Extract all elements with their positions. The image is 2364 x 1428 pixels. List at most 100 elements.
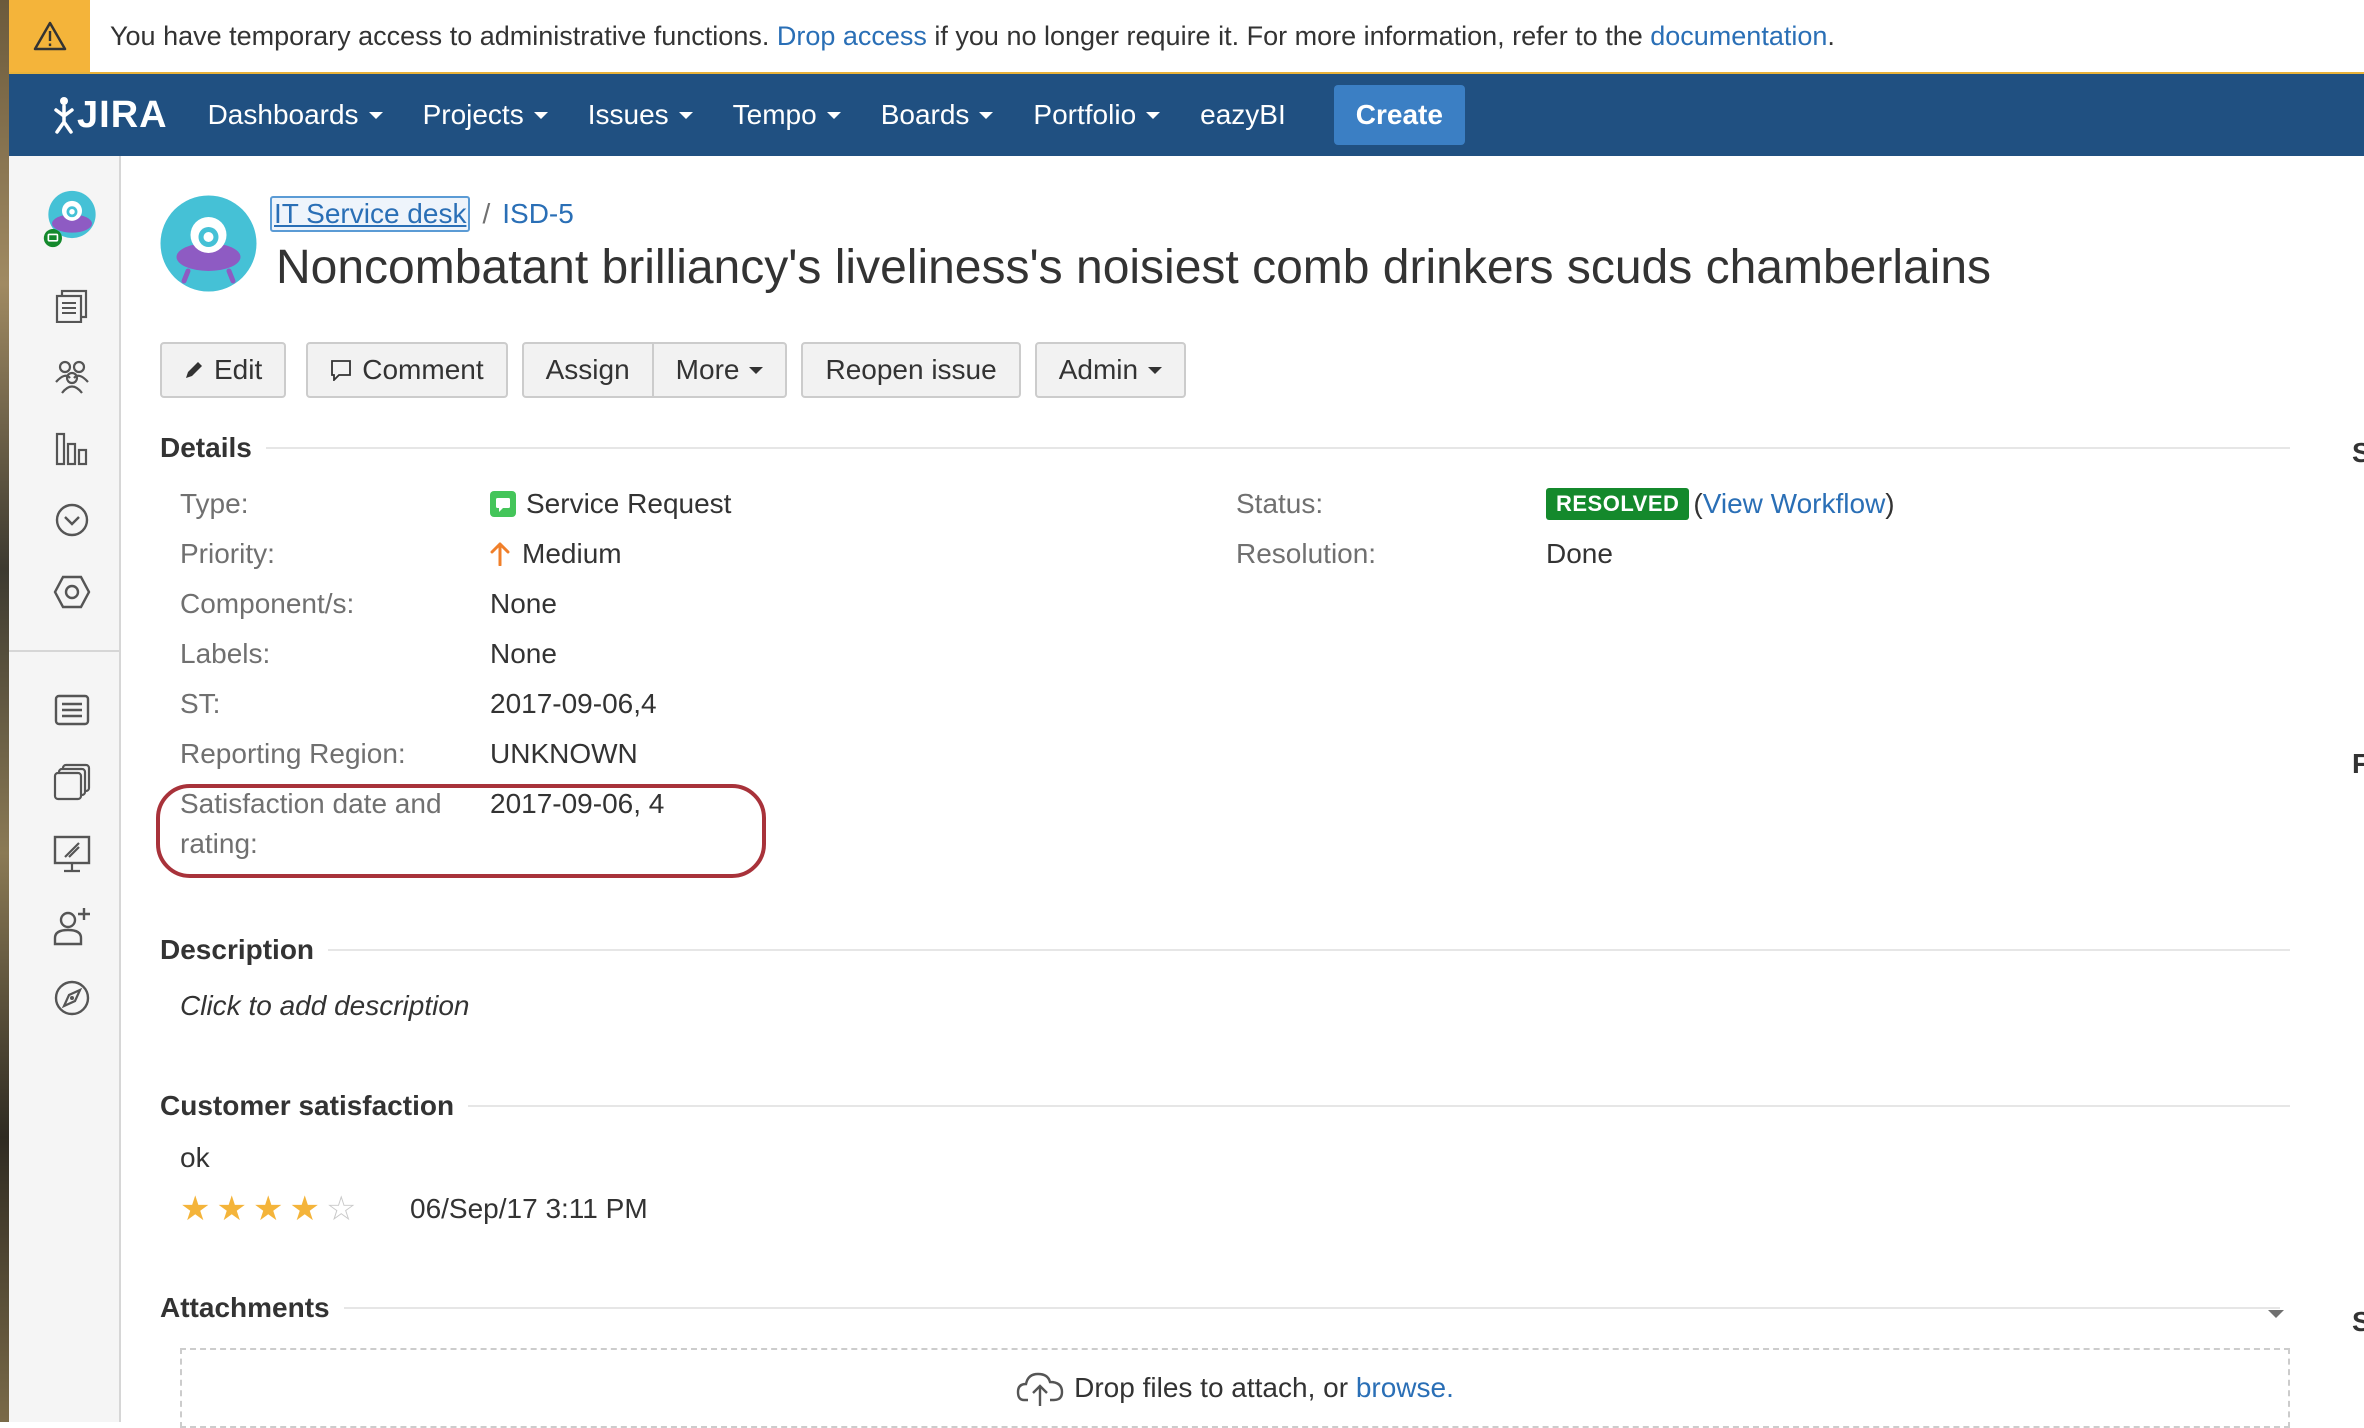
project-avatar[interactable]: [160, 195, 257, 292]
settings-icon[interactable]: [42, 568, 102, 616]
reports-icon[interactable]: [42, 424, 102, 472]
star-empty-icon: ☆: [325, 1190, 357, 1228]
nav-label: Projects: [422, 99, 524, 130]
resolution-label: Resolution:: [1236, 538, 1377, 569]
type-label: Type:: [180, 488, 249, 519]
nav-label: Boards: [880, 99, 970, 130]
section-rule: [468, 1105, 2290, 1107]
nav-tempo[interactable]: Tempo: [733, 99, 841, 131]
components-value[interactable]: None: [490, 588, 557, 620]
more-button[interactable]: More: [652, 342, 788, 398]
caret-down-icon: [749, 366, 764, 374]
details-heading[interactable]: Details: [160, 432, 2290, 464]
clipped-right-panel-heading: S: [2352, 1306, 2364, 1337]
edit-button[interactable]: Edit: [160, 342, 287, 398]
attachment-dropzone[interactable]: Drop files to attach, or browse.: [180, 1348, 2290, 1428]
banner-text-middle: if you no longer require it. For more in…: [926, 20, 1651, 51]
banner-message: You have temporary access to administrat…: [110, 21, 1835, 52]
caret-down-icon: [1146, 111, 1161, 119]
portal-icon[interactable]: [42, 830, 102, 878]
st-value[interactable]: 2017-09-06,4: [490, 688, 657, 720]
description-placeholder[interactable]: Click to add description: [180, 990, 469, 1022]
nav-eazybi[interactable]: eazyBI: [1200, 99, 1286, 131]
jira-logo-icon: [54, 97, 74, 134]
priority-label: Priority:: [180, 538, 275, 569]
annotation-highlight-circle: [156, 784, 766, 878]
description-heading[interactable]: Description: [160, 934, 2290, 966]
components-label: Component/s:: [180, 588, 355, 619]
breadcrumb-project-link[interactable]: IT Service desk: [270, 196, 471, 232]
project-avatar-icon[interactable]: [42, 184, 102, 254]
star-filled-icon: ★: [216, 1190, 247, 1228]
view-workflow-link[interactable]: View Workflow: [1703, 488, 1886, 520]
caret-down-icon: [979, 111, 994, 119]
description-heading-label: Description: [160, 934, 315, 965]
star-filled-icon: ★: [289, 1190, 320, 1228]
assign-button[interactable]: Assign: [521, 342, 653, 398]
nav-dashboards[interactable]: Dashboards: [208, 99, 383, 131]
section-rule: [328, 949, 2290, 951]
attachments-options-caret-icon[interactable]: [2268, 1310, 2284, 1318]
breadcrumb-separator: /: [482, 198, 491, 229]
star-filled-icon: ★: [180, 1190, 211, 1228]
sla-icon[interactable]: [42, 496, 102, 544]
compass-icon[interactable]: [42, 974, 102, 1022]
knowledge-base-icon[interactable]: [42, 758, 102, 806]
status-label: Status:: [1236, 488, 1324, 519]
nav-projects[interactable]: Projects: [423, 99, 548, 131]
nav-portfolio[interactable]: Portfolio: [1033, 99, 1161, 131]
banner-text-end: .: [1827, 20, 1835, 51]
nav-boards[interactable]: Boards: [881, 99, 994, 131]
reopen-issue-button[interactable]: Reopen issue: [801, 342, 1021, 398]
details-heading-label: Details: [160, 432, 252, 463]
jira-logo[interactable]: JIRA: [51, 94, 168, 137]
attachments-heading-label: Attachments: [160, 1292, 330, 1323]
paren-open: (: [1693, 488, 1703, 519]
star-filled-icon: ★: [252, 1190, 284, 1228]
caret-down-icon: [368, 111, 383, 119]
admin-button[interactable]: Admin: [1034, 342, 1187, 398]
issues-list-icon[interactable]: [42, 686, 102, 734]
customer-satisfaction-heading-label: Customer satisfaction: [160, 1090, 455, 1121]
sidebar-divider: [9, 650, 119, 652]
satisfaction-rating-stars: ★ ★ ★ ★ ☆: [180, 1192, 362, 1226]
caret-down-icon: [533, 111, 548, 119]
edit-label: Edit: [214, 354, 263, 385]
invite-team-icon[interactable]: [42, 902, 102, 950]
admin-label: Admin: [1058, 354, 1139, 385]
customer-satisfaction-heading[interactable]: Customer satisfaction: [160, 1090, 2290, 1122]
comment-icon: [330, 359, 352, 381]
browse-link[interactable]: browse.: [1356, 1372, 1454, 1403]
top-navigation: JIRA Dashboards Projects Issues Tempo Bo…: [9, 74, 2364, 156]
nav-label: Issues: [587, 99, 669, 130]
st-label: ST:: [180, 688, 221, 719]
issue-view: IT Service desk / ISD-5 Noncombatant bri…: [156, 156, 2364, 1428]
caret-down-icon: [826, 111, 841, 119]
reporting-region-value[interactable]: UNKNOWN: [490, 738, 638, 770]
warning-icon: [9, 0, 90, 72]
drop-text: Drop files to attach, or: [1074, 1372, 1349, 1403]
comment-button[interactable]: Comment: [306, 342, 508, 398]
caret-down-icon: [678, 111, 693, 119]
clipped-right-panel-heading: F: [2352, 748, 2364, 779]
nav-label: Tempo: [732, 99, 817, 130]
priority-value: Medium: [490, 538, 622, 570]
dropzone-text: Drop files to attach, or browse.: [1074, 1372, 1454, 1404]
resolution-value: Done: [1546, 538, 1613, 569]
issue-title[interactable]: Noncombatant brilliancy's liveliness's n…: [276, 240, 1991, 295]
create-button[interactable]: Create: [1333, 85, 1465, 145]
more-label: More: [675, 354, 740, 385]
pencil-icon: [184, 360, 204, 380]
nav-issues[interactable]: Issues: [588, 99, 693, 131]
documentation-link[interactable]: documentation: [1650, 21, 1827, 51]
breadcrumb-issue-key-link[interactable]: ISD-5: [502, 198, 574, 230]
issue-toolbar: Edit Comment Assign More Reopen issue Ad…: [160, 342, 1187, 398]
labels-label: Labels:: [180, 638, 271, 669]
satisfaction-comment: ok: [180, 1142, 210, 1173]
priority-medium-arrow-icon: [490, 542, 510, 566]
labels-value[interactable]: None: [490, 638, 557, 670]
drop-access-link[interactable]: Drop access: [777, 21, 927, 51]
attachments-heading[interactable]: Attachments: [160, 1292, 2280, 1324]
customers-icon[interactable]: [42, 352, 102, 400]
queues-icon[interactable]: [42, 282, 102, 330]
